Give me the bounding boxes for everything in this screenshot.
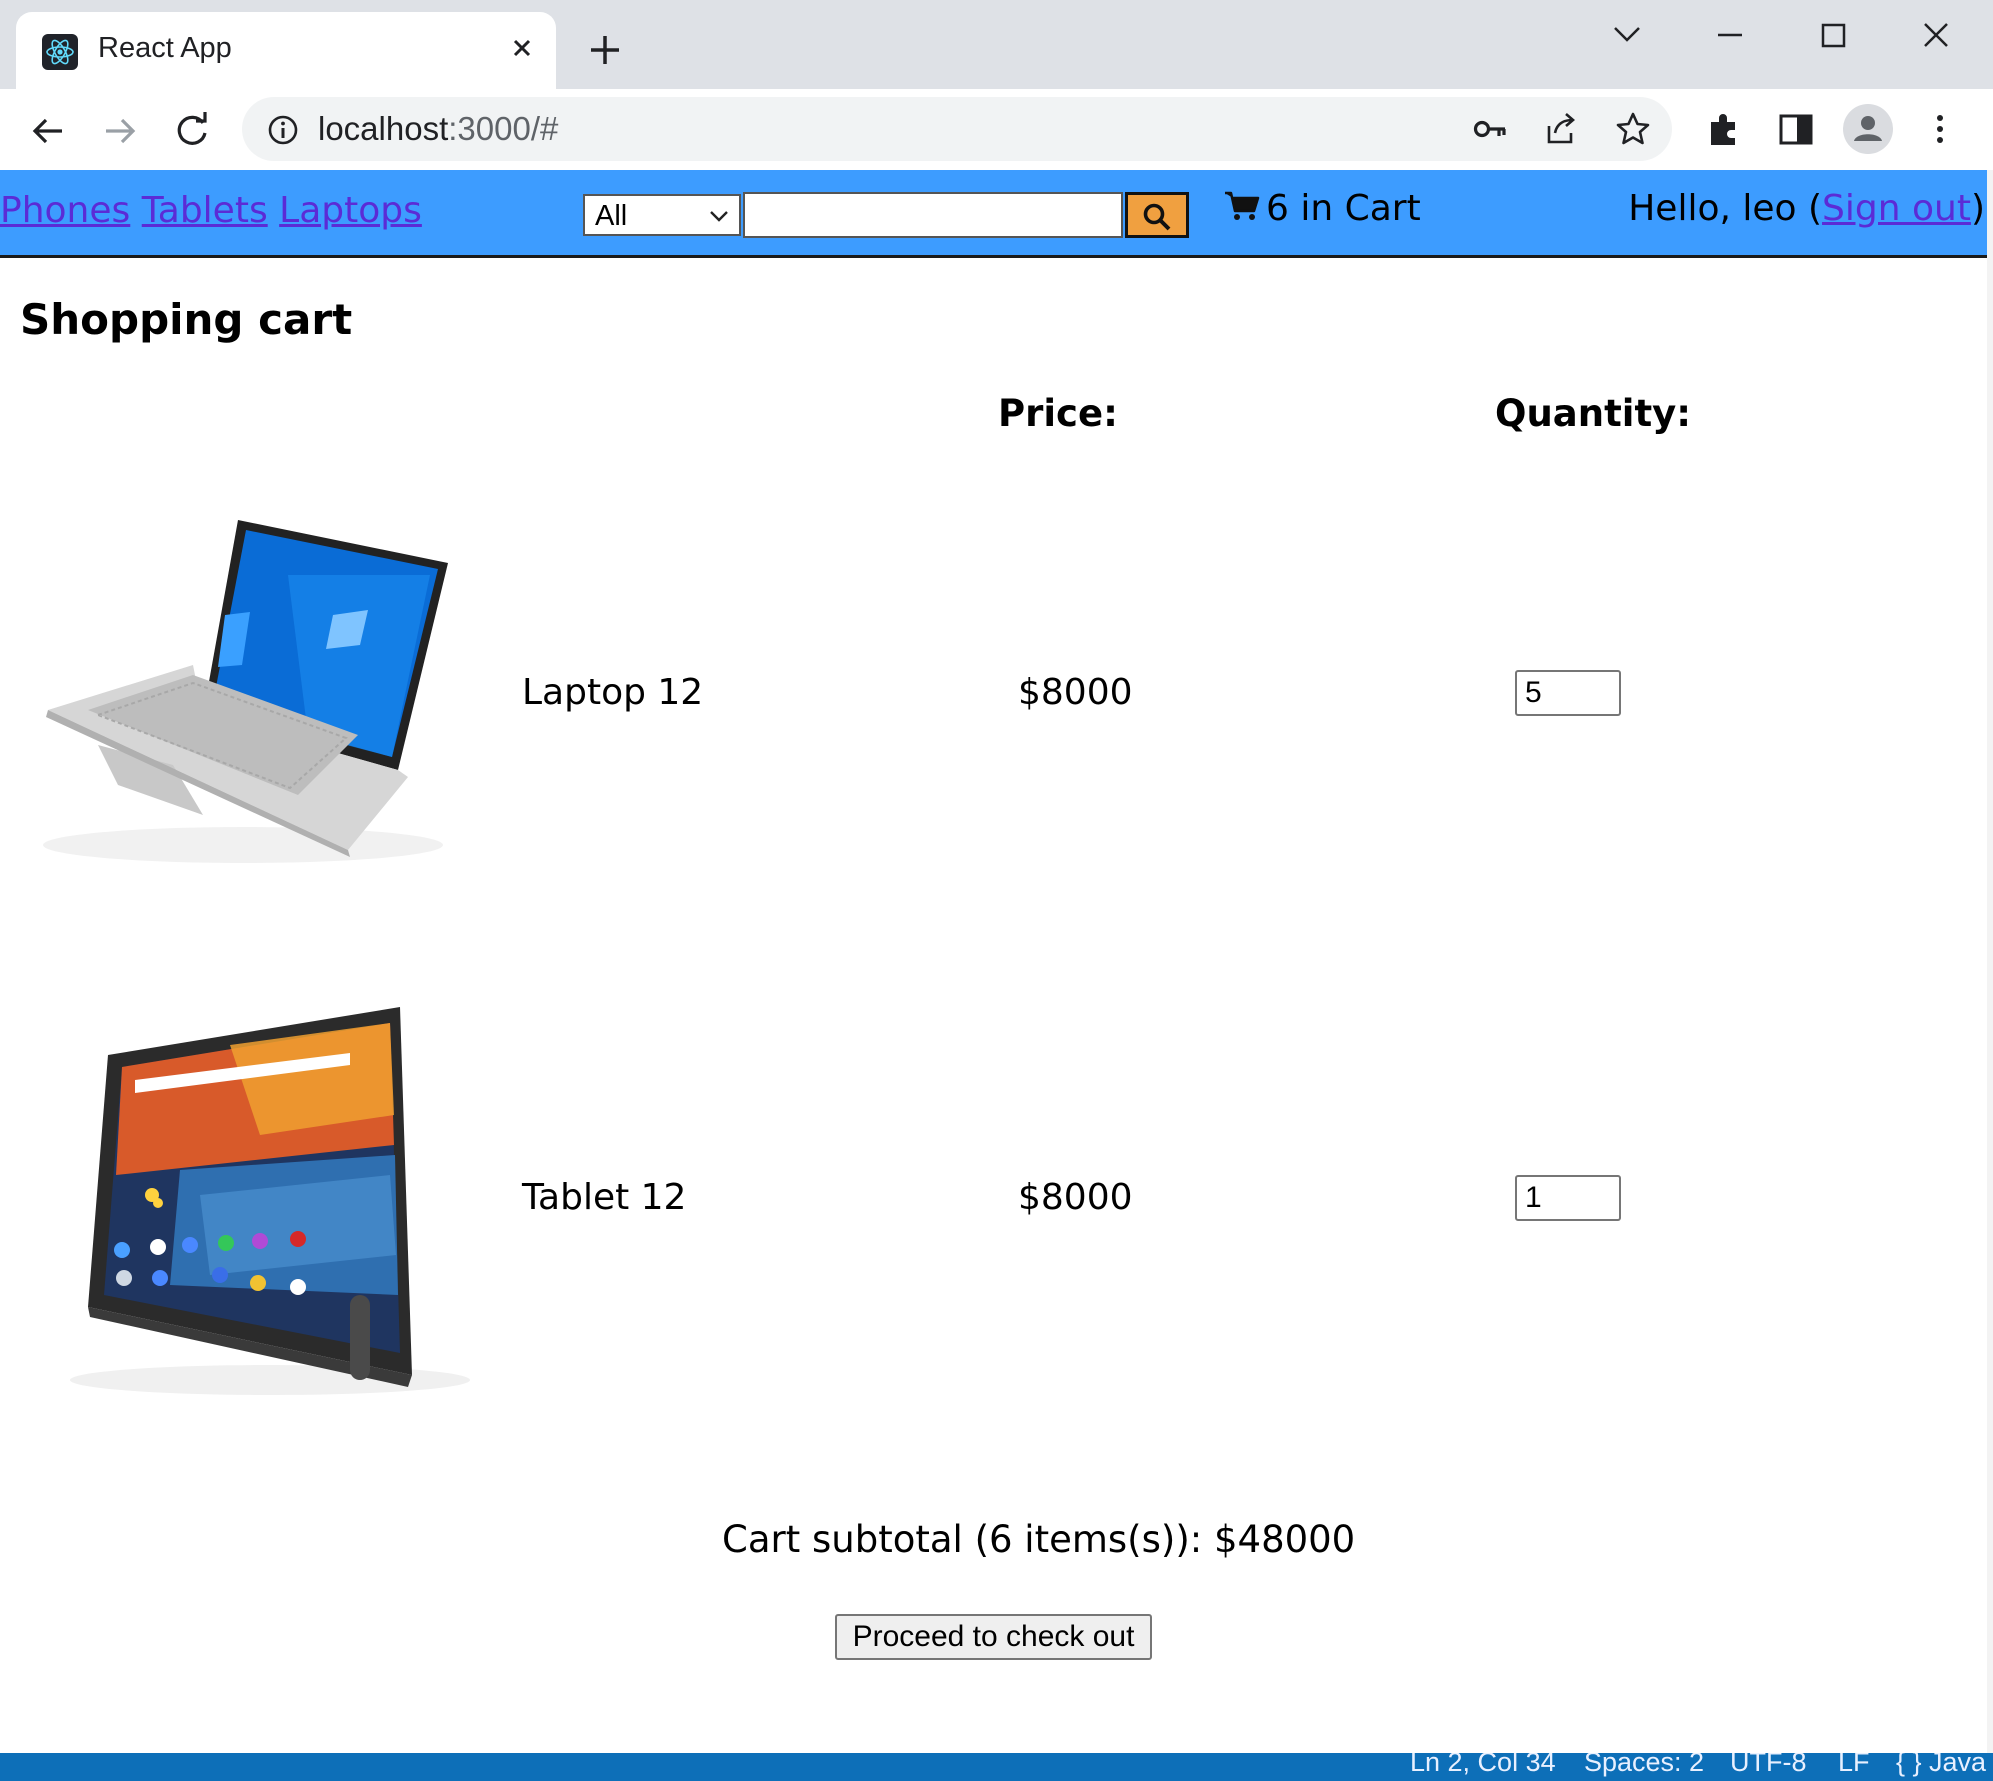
category-select-value: All xyxy=(595,200,628,232)
quantity-column-header: Quantity: xyxy=(1495,392,1692,435)
minimize-icon[interactable] xyxy=(1700,10,1760,62)
nav-link-tablets[interactable]: Tablets xyxy=(142,190,268,231)
react-favicon-icon xyxy=(42,34,78,70)
encoding[interactable]: UTF-8 xyxy=(1730,1753,1807,1778)
indentation[interactable]: Spaces: 2 xyxy=(1584,1753,1704,1778)
url-text: localhost:3000/# xyxy=(318,110,559,147)
new-tab-plus-icon[interactable] xyxy=(585,30,625,70)
price-column-header: Price: xyxy=(998,392,1118,435)
sign-out-link[interactable]: Sign out xyxy=(1822,188,1971,229)
product-name: Laptop 12 xyxy=(522,672,704,713)
tab-search-chevron-icon[interactable] xyxy=(1597,10,1657,62)
browser-toolbar: localhost:3000/# xyxy=(0,89,1993,170)
chevron-down-icon xyxy=(710,211,728,222)
line-ending[interactable]: LF xyxy=(1838,1753,1870,1778)
product-name: Tablet 12 xyxy=(522,1177,687,1218)
language-mode[interactable]: { } Java xyxy=(1896,1753,1986,1778)
product-price: $8000 xyxy=(1018,1177,1133,1218)
editor-status-bar: Ln 2, Col 34 Spaces: 2 UTF-8 LF { } Java xyxy=(0,1753,1993,1781)
browser-tab[interactable]: React App xyxy=(16,12,556,89)
bookmark-star-icon[interactable] xyxy=(1615,111,1651,147)
browser-menu-kebab-icon[interactable] xyxy=(1920,109,1960,149)
search-button[interactable] xyxy=(1125,192,1189,238)
address-bar[interactable]: localhost:3000/# xyxy=(242,97,1672,161)
laptop-image xyxy=(28,495,478,884)
quantity-input[interactable]: 1 xyxy=(1515,1175,1621,1221)
nav-link-laptops[interactable]: Laptops xyxy=(279,190,422,231)
window-close-icon[interactable] xyxy=(1906,10,1966,62)
page-title: Shopping cart xyxy=(20,295,353,344)
search-icon xyxy=(1143,203,1171,231)
side-panel-icon[interactable] xyxy=(1776,109,1816,149)
tab-title: React App xyxy=(98,32,232,64)
reload-icon[interactable] xyxy=(170,109,214,153)
site-info-icon[interactable] xyxy=(266,113,300,147)
shopping-cart-icon xyxy=(1224,190,1260,231)
editor-edge xyxy=(1987,170,1993,1754)
site-navbar: Phones Tablets Laptops All 6 in Cart Hel… xyxy=(0,170,1993,258)
back-arrow-icon[interactable] xyxy=(26,109,70,153)
cart-count: 6 in Cart xyxy=(1266,188,1421,229)
browser-titlebar: React App xyxy=(0,0,1993,89)
forward-arrow-icon[interactable] xyxy=(98,109,142,153)
proceed-to-checkout-button[interactable]: Proceed to check out xyxy=(835,1614,1152,1660)
extensions-puzzle-icon[interactable] xyxy=(1704,109,1744,149)
maximize-icon[interactable] xyxy=(1803,10,1863,62)
quantity-input[interactable]: 5 xyxy=(1515,670,1621,716)
key-icon[interactable] xyxy=(1472,111,1508,147)
cart-link[interactable]: 6 in Cart xyxy=(1224,188,1421,231)
tablet-image xyxy=(50,995,480,1419)
category-links: Phones Tablets Laptops xyxy=(0,190,422,231)
nav-link-phones[interactable]: Phones xyxy=(0,190,130,231)
search-input[interactable] xyxy=(743,192,1123,238)
profile-avatar-icon[interactable] xyxy=(1843,104,1893,154)
user-greeting: Hello, leo (Sign out) xyxy=(1628,188,1985,229)
tab-close-icon[interactable] xyxy=(504,30,540,66)
product-price: $8000 xyxy=(1018,672,1133,713)
share-icon[interactable] xyxy=(1542,111,1578,147)
cursor-position[interactable]: Ln 2, Col 34 xyxy=(1410,1753,1556,1778)
cart-subtotal: Cart subtotal (6 items(s)): $48000 xyxy=(722,1518,1356,1561)
category-select[interactable]: All xyxy=(583,194,741,236)
